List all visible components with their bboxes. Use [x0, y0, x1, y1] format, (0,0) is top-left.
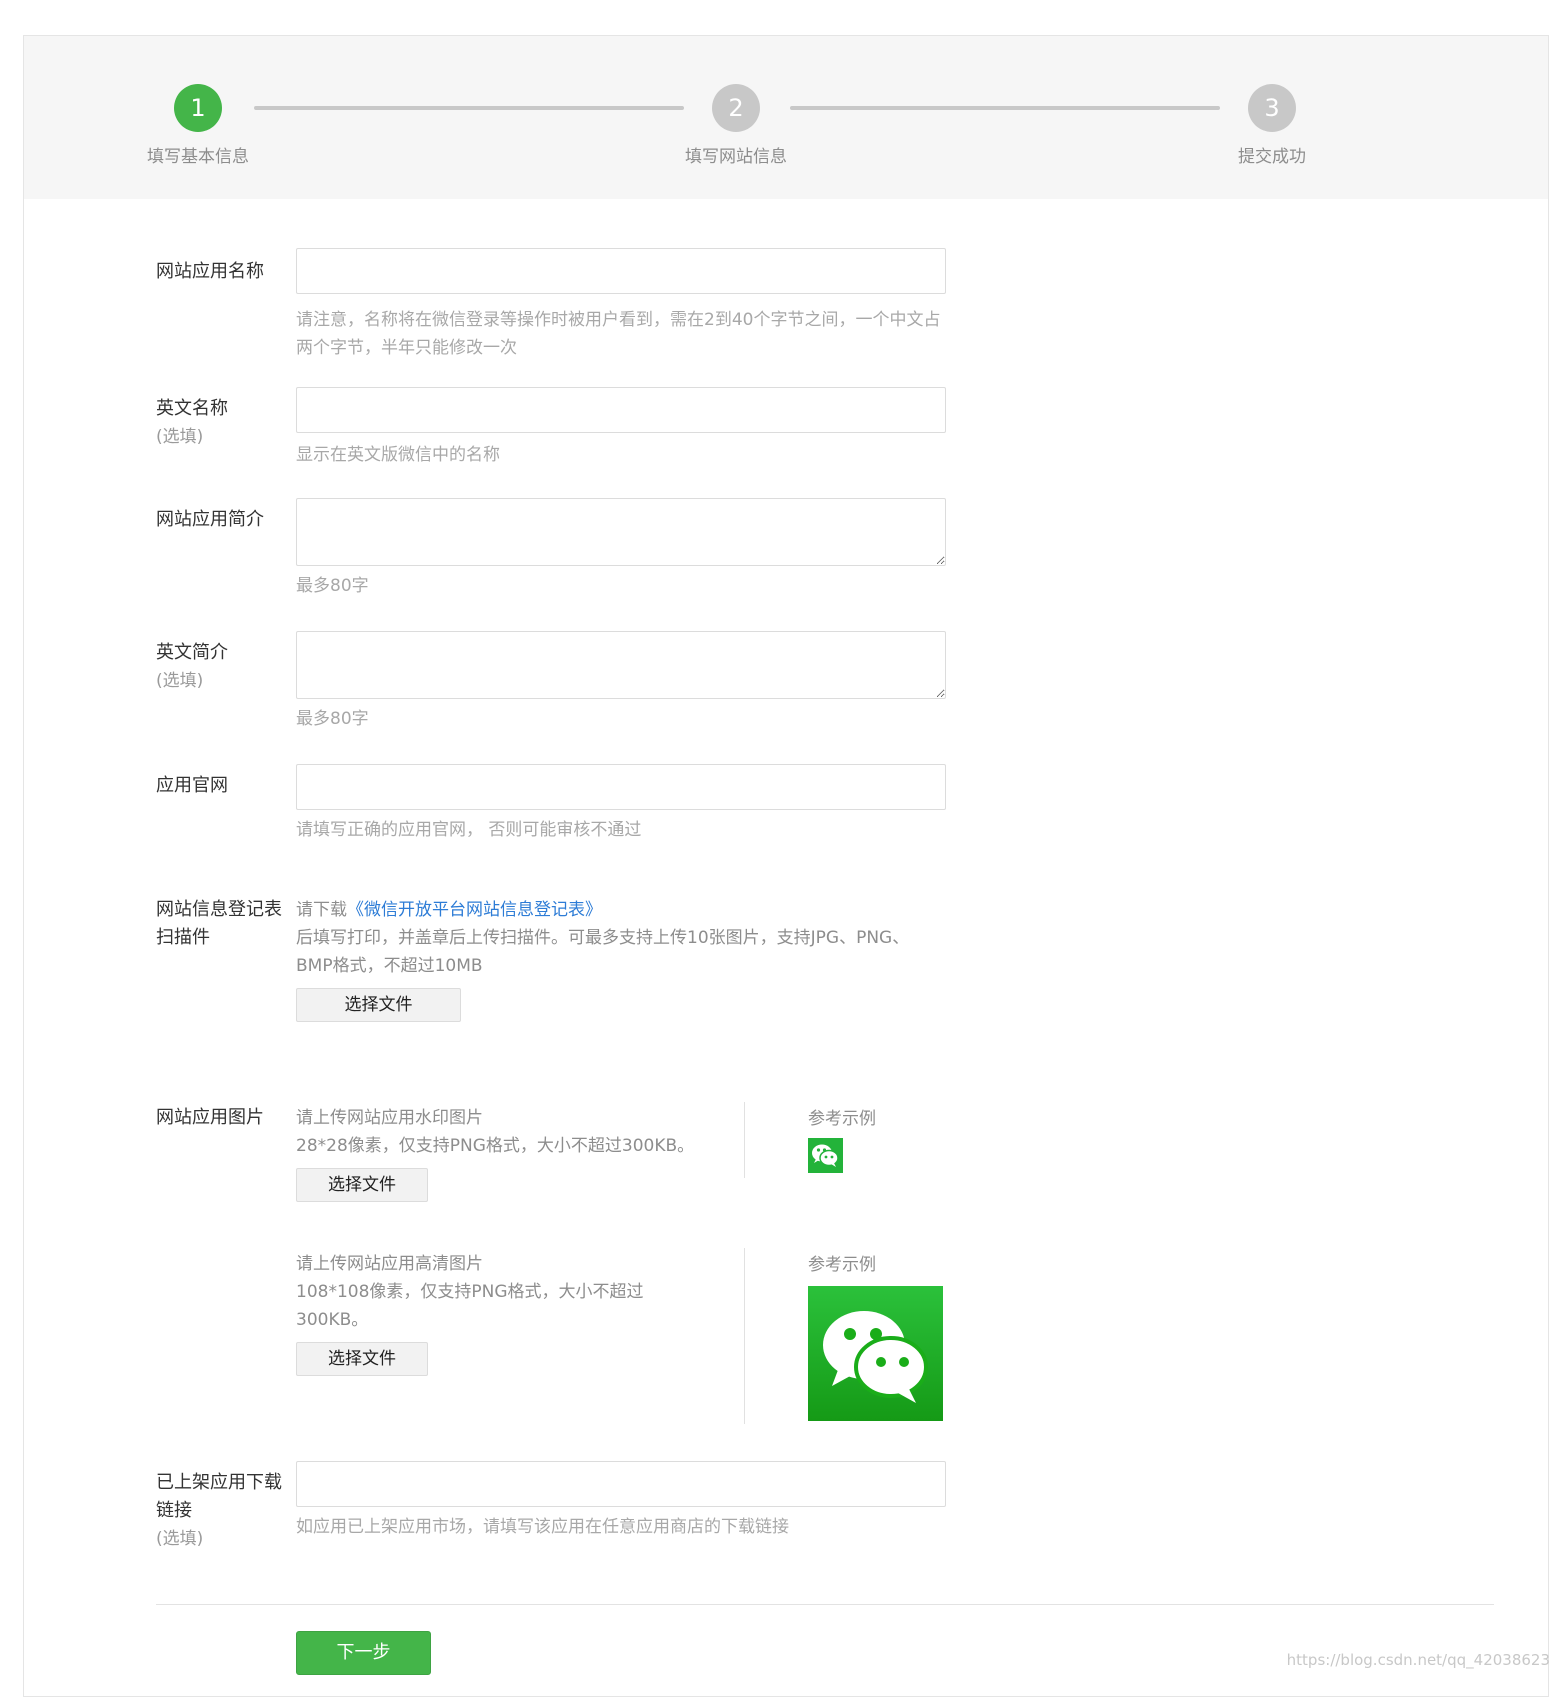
watermark-image-spec: 28*28像素，仅支持PNG格式，大小不超过300KB。	[296, 1136, 695, 1156]
hd-image-spec: 108*108像素，仅支持PNG格式，大小不超过300KB。	[296, 1282, 644, 1330]
step-3: 3 提交成功	[1192, 84, 1352, 167]
step-connector-1-2	[254, 106, 684, 110]
form-divider	[156, 1604, 1494, 1605]
watermark-image-title: 请上传网站应用水印图片	[296, 1108, 483, 1128]
watermark-example-label: 参考示例	[808, 1109, 876, 1129]
step-1: 1 填写基本信息	[118, 84, 278, 167]
download-link-hint: 如应用已上架应用市场，请填写该应用在任意应用商店的下载链接	[296, 1517, 789, 1537]
english-name-input[interactable]	[296, 387, 946, 433]
english-name-label-group: 英文名称 (选填)	[156, 395, 296, 451]
app-name-input[interactable]	[296, 248, 946, 294]
registration-form-download-link[interactable]: 《微信开放平台网站信息登记表》	[347, 900, 602, 920]
english-intro-optional: (选填)	[156, 671, 204, 691]
watermark-divider	[744, 1102, 745, 1178]
step-3-label: 提交成功	[1238, 147, 1306, 167]
english-name-optional: (选填)	[156, 427, 204, 447]
registration-scan-label: 网站信息登记表扫描件	[156, 899, 282, 948]
step-1-label: 填写基本信息	[147, 147, 249, 167]
wechat-logo-small-icon	[808, 1138, 843, 1173]
english-intro-textarea[interactable]	[296, 631, 946, 699]
step-1-number: 1	[174, 84, 222, 132]
hd-image-upload: 请上传网站应用高清图片 108*108像素，仅支持PNG格式，大小不超过300K…	[296, 1250, 656, 1376]
english-intro-hint: 最多80字	[296, 709, 369, 729]
watermark-choose-file-button[interactable]: 选择文件	[296, 1168, 428, 1202]
download-link-label: 已上架应用下载链接	[156, 1472, 282, 1521]
english-intro-label: 英文简介	[156, 642, 228, 663]
wechat-logo-large-icon	[808, 1286, 943, 1421]
english-name-label: 英文名称	[156, 398, 228, 419]
watermark-image-upload: 请上传网站应用水印图片 28*28像素，仅支持PNG格式，大小不超过300KB。…	[296, 1104, 696, 1202]
app-name-hint: 请注意，名称将在微信登录等操作时被用户看到，需在2到40个字节之间，一个中文占两…	[296, 310, 941, 358]
official-site-hint: 请填写正确的应用官网， 否则可能审核不通过	[296, 820, 642, 840]
official-site-label: 应用官网	[156, 775, 228, 796]
english-name-hint: 显示在英文版微信中的名称	[296, 445, 500, 465]
app-intro-textarea[interactable]	[296, 498, 946, 566]
step-progress-bar: 1 填写基本信息 2 填写网站信息 3 提交成功	[24, 36, 1548, 199]
download-link-optional: (选填)	[156, 1529, 204, 1549]
download-link-label-group: 已上架应用下载链接 (选填)	[156, 1469, 288, 1553]
registration-instructions: 后填写打印，并盖章后上传扫描件。可最多支持上传10张图片，支持JPG、PNG、B…	[296, 928, 910, 976]
app-intro-label: 网站应用简介	[156, 509, 264, 530]
hd-example-label: 参考示例	[808, 1255, 876, 1275]
hd-image-title: 请上传网站应用高清图片	[296, 1254, 483, 1274]
registration-download-prefix: 请下载	[296, 900, 347, 920]
step-2-label: 填写网站信息	[685, 147, 787, 167]
registration-choose-file-button[interactable]: 选择文件	[296, 988, 461, 1022]
registration-download-line: 请下载《微信开放平台网站信息登记表》	[296, 896, 946, 924]
app-name-label: 网站应用名称	[156, 261, 264, 282]
step-2-number: 2	[712, 84, 760, 132]
step-connector-2-3	[790, 106, 1220, 110]
step-2: 2 填写网站信息	[656, 84, 816, 167]
hd-divider	[744, 1248, 745, 1424]
app-images-label: 网站应用图片	[156, 1107, 264, 1128]
csdn-watermark: https://blog.csdn.net/qq_42038623	[1286, 1651, 1550, 1669]
hd-choose-file-button[interactable]: 选择文件	[296, 1342, 428, 1376]
step-3-number: 3	[1248, 84, 1296, 132]
registration-form-frame: 1 填写基本信息 2 填写网站信息 3 提交成功 网站应用名称 请注意，名称将在…	[23, 35, 1549, 1697]
english-intro-label-group: 英文简介 (选填)	[156, 639, 296, 695]
download-link-input[interactable]	[296, 1461, 946, 1507]
next-step-button[interactable]: 下一步	[296, 1631, 431, 1675]
official-site-input[interactable]	[296, 764, 946, 810]
app-intro-hint: 最多80字	[296, 576, 369, 596]
